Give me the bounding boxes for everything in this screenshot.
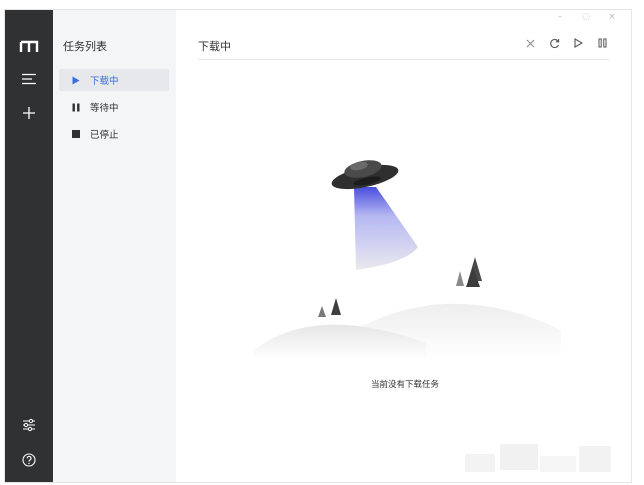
nav-item-downloading[interactable]: 下载中 xyxy=(59,69,169,91)
nav-item-stopped[interactable]: 已停止 xyxy=(59,123,169,145)
help-icon[interactable] xyxy=(17,448,41,472)
close-button[interactable]: × xyxy=(605,12,619,22)
panel-title: 任务列表 xyxy=(63,40,107,53)
nav-item-label: 等待中 xyxy=(90,103,119,114)
minimize-button[interactable]: – xyxy=(553,12,567,22)
main-content: – ◌ × 下载中 当前没有下载任务 xyxy=(176,10,631,482)
nav-item-label: 已停止 xyxy=(90,130,119,141)
refresh-icon[interactable] xyxy=(547,36,561,50)
stop-icon xyxy=(70,128,82,140)
page-title: 下载中 xyxy=(198,40,231,53)
empty-state-illustration xyxy=(254,160,561,360)
plus-icon[interactable] xyxy=(17,101,41,125)
app-window: 任务列表 下载中 等待中 已停止 – ◌ × 下载中 当前没有下载任务 xyxy=(4,9,632,483)
nav-item-waiting[interactable]: 等待中 xyxy=(59,96,169,118)
pause-all-icon[interactable] xyxy=(595,36,609,50)
pause-icon xyxy=(70,101,82,113)
resume-icon[interactable] xyxy=(571,36,585,50)
task-list-panel: 任务列表 下载中 等待中 已停止 xyxy=(53,10,176,482)
title-divider xyxy=(198,59,609,60)
empty-state-message: 当前没有下载任务 xyxy=(371,380,440,390)
delete-icon[interactable] xyxy=(523,36,537,50)
sidebar-rail xyxy=(5,10,53,482)
nav-item-label: 下载中 xyxy=(90,76,119,87)
logo-icon xyxy=(17,34,41,58)
menu-icon[interactable] xyxy=(17,67,41,91)
play-icon xyxy=(70,74,82,86)
toolbar xyxy=(523,36,609,50)
settings-sliders-icon[interactable] xyxy=(17,413,41,437)
maximize-button[interactable]: ◌ xyxy=(579,12,593,22)
obscured-watermark-area xyxy=(455,440,615,476)
